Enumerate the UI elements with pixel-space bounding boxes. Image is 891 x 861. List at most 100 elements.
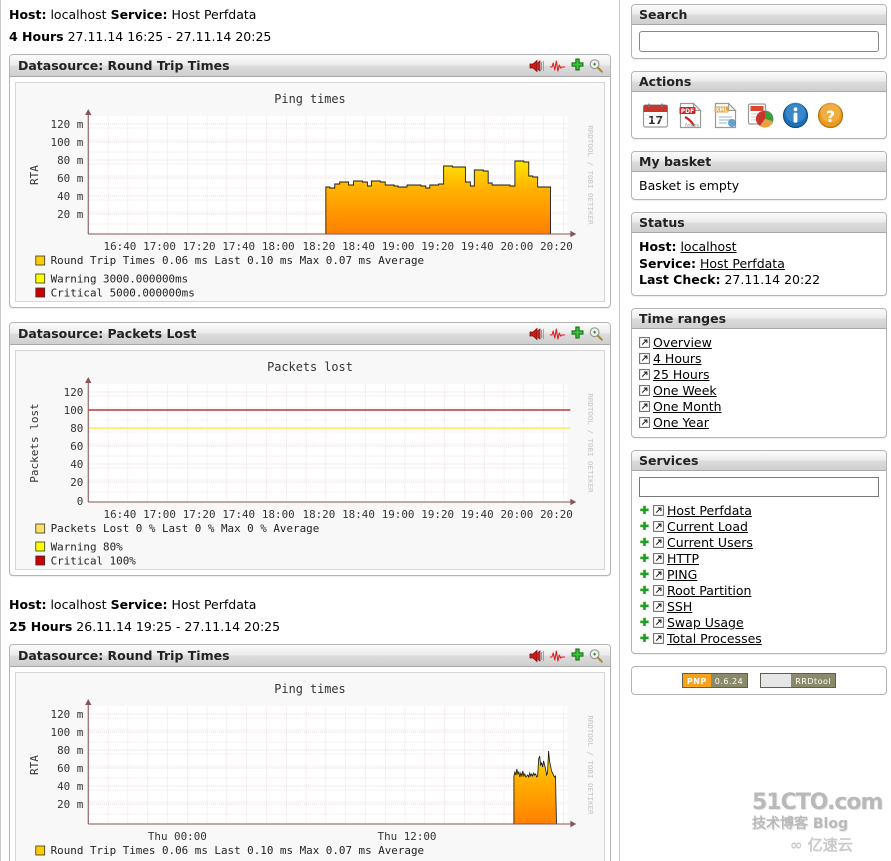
ytick: 120 m [51, 708, 84, 721]
legend-row-warning: Warning 3000.000000ms [51, 272, 189, 285]
list-item[interactable]: Current Load [639, 519, 879, 535]
packetloss-graph-4h[interactable]: Packets lost 120 100 80 60 40 20 0 Packe… [15, 350, 605, 570]
pulse-icon[interactable] [549, 649, 567, 663]
service-link[interactable]: Swap Usage [667, 615, 744, 630]
help-icon[interactable]: ? [816, 101, 845, 130]
service-link[interactable]: SSH [667, 599, 692, 614]
graph-title: Packets lost [267, 360, 353, 374]
actions-box: Actions 17 PDF Adobe XML ? [631, 71, 887, 139]
range-line-1: 4 Hours 27.11.14 16:25 - 27.11.14 20:25 [1, 24, 619, 54]
xtick: 20:00 [501, 508, 534, 521]
list-item[interactable]: 4 Hours [639, 351, 879, 367]
xtick: 17:20 [183, 508, 216, 521]
add-to-basket-icon[interactable] [570, 58, 585, 73]
xtick: 18:20 [303, 508, 336, 521]
service-ok-icon [639, 569, 650, 580]
pulse-icon[interactable] [549, 59, 567, 73]
search-title: Search [632, 5, 886, 25]
services-title: Services [632, 450, 886, 471]
list-item[interactable]: One Week [639, 383, 879, 399]
status-lastcheck-value: 27.11.14 20:22 [724, 272, 821, 287]
status-title: Status [632, 213, 886, 233]
svg-text:PDF: PDF [681, 108, 694, 115]
list-item[interactable]: Host Perfdata [639, 503, 879, 519]
ytick: 80 m [57, 744, 84, 757]
status-host-row: Host: localhost [639, 239, 879, 256]
timerange-link[interactable]: Overview [653, 335, 712, 350]
add-to-basket-icon[interactable] [570, 648, 585, 663]
list-item[interactable]: PING [639, 567, 879, 583]
service-link[interactable]: Root Partition [667, 583, 751, 598]
timerange-link[interactable]: One Month [653, 399, 722, 414]
zoom-icon[interactable] [588, 326, 604, 342]
rrd-legend-extra: Warning 3000.000000ms Critical 5000.0000… [16, 271, 604, 301]
xml-icon[interactable]: XML [711, 101, 740, 130]
ytick: 120 m [51, 118, 84, 131]
list-item[interactable]: SSH [639, 599, 879, 615]
list-item[interactable]: Swap Usage [639, 615, 879, 631]
rrdtool-badge[interactable]: RRDtool [760, 672, 837, 688]
calendar-icon[interactable]: 17 [641, 101, 670, 130]
status-host-link[interactable]: localhost [680, 239, 736, 254]
timerange-link[interactable]: 4 Hours [653, 351, 702, 366]
xtick: 16:40 [104, 508, 137, 521]
timerange-link[interactable]: One Week [653, 383, 717, 398]
list-item[interactable]: 25 Hours [639, 367, 879, 383]
rrdtool-credit: RRDTOOL / TOBI OETIKER [586, 393, 595, 493]
rta-graph-4h[interactable]: Ping times 120 m 100 m 80 m 60 m 40 m 20… [15, 82, 605, 302]
xtick: 20:20 [540, 240, 573, 253]
graph-title: Ping times [274, 682, 345, 696]
pie-chart-icon[interactable] [746, 101, 775, 130]
list-item[interactable]: HTTP [639, 551, 879, 567]
panel-header-icons [528, 58, 604, 74]
status-service-link[interactable]: Host Perfdata [700, 256, 785, 271]
service-link[interactable]: Current Users [667, 535, 753, 550]
ytick: 100 [64, 404, 84, 417]
service-link[interactable]: Total Processes [667, 631, 762, 646]
service-label: Service: [110, 7, 168, 22]
ytick: 100 m [51, 726, 84, 739]
add-to-basket-icon[interactable] [570, 326, 585, 341]
zoom-icon[interactable] [588, 648, 604, 664]
service-link[interactable]: Current Load [667, 519, 748, 534]
rrd-left [761, 673, 792, 687]
pnp-version: 0.6.24 [710, 673, 748, 687]
legend-row-ds: Packets Lost 0 % Last 0 % Max 0 % Averag… [51, 522, 320, 535]
list-item[interactable]: One Month [639, 399, 879, 415]
service-ok-icon [639, 505, 650, 516]
y-axis-label: RTA [28, 165, 41, 185]
info-icon[interactable] [781, 101, 810, 130]
speaker-icon[interactable] [528, 327, 546, 341]
page-root: Host: localhost Service: Host Perfdata 4… [0, 0, 891, 861]
list-item[interactable]: Total Processes [639, 631, 879, 647]
pdf-icon[interactable]: PDF Adobe [676, 101, 705, 130]
service-link[interactable]: PING [667, 567, 697, 582]
range-period: 26.11.14 19:25 - 27.11.14 20:25 [76, 619, 281, 634]
list-item[interactable]: Overview [639, 335, 879, 351]
service-value: Host Perfdata [171, 7, 257, 22]
timerange-link[interactable]: 25 Hours [653, 367, 710, 382]
list-item[interactable]: One Year [639, 415, 879, 431]
speaker-icon[interactable] [528, 59, 546, 73]
basket-empty-text: Basket is empty [639, 178, 740, 193]
status-host-label: Host: [639, 239, 677, 254]
xtick: 17:40 [222, 240, 255, 253]
external-link-icon [653, 633, 664, 644]
pnp-name: PNP [682, 673, 711, 687]
search-input[interactable] [639, 31, 879, 52]
pnp-version-badge[interactable]: PNP 0.6.24 [681, 672, 749, 688]
rta-graph-25h[interactable]: Ping times 120 m 100 m 80 m 60 m 40 m 20… [15, 672, 605, 861]
service-link[interactable]: HTTP [667, 551, 699, 566]
range-period: 27.11.14 16:25 - 27.11.14 20:25 [67, 29, 272, 44]
external-link-icon [639, 401, 650, 412]
service-filter-input[interactable] [639, 476, 879, 497]
service-ok-icon [639, 585, 650, 596]
timerange-link[interactable]: One Year [653, 415, 709, 430]
list-item[interactable]: Current Users [639, 535, 879, 551]
speaker-icon[interactable] [528, 649, 546, 663]
pulse-icon[interactable] [549, 327, 567, 341]
zoom-icon[interactable] [588, 58, 604, 74]
service-link[interactable]: Host Perfdata [667, 503, 752, 518]
list-item[interactable]: Root Partition [639, 583, 879, 599]
ytick: 80 m [57, 154, 84, 167]
